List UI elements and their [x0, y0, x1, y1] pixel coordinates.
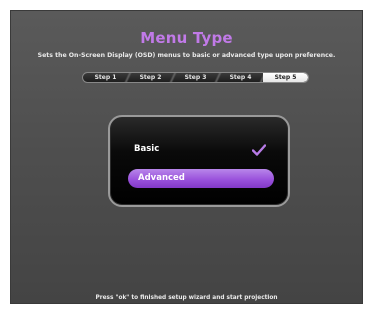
step-1: Step 1	[83, 73, 128, 82]
menu-type-options-panel: Basic Advanced	[108, 115, 290, 207]
step-4: Step 4	[218, 73, 263, 82]
footer-instruction: Press "ok" to finished setup wizard and …	[95, 295, 278, 301]
setup-wizard-screen: Menu Type Sets the On-Screen Display (OS…	[10, 10, 363, 304]
option-basic[interactable]: Basic	[134, 144, 159, 154]
option-advanced[interactable]: Advanced	[128, 169, 274, 188]
step-5-current: Step 5	[263, 73, 308, 82]
page-title: Menu Type	[140, 29, 233, 47]
page-subtitle: Sets the On-Screen Display (OSD) menus t…	[37, 52, 336, 59]
checkmark-icon	[252, 144, 266, 156]
step-3: Step 3	[173, 73, 218, 82]
step-2: Step 2	[128, 73, 173, 82]
step-progress-bar: Step 1 Step 2 Step 3 Step 4 Step 5	[82, 72, 309, 83]
